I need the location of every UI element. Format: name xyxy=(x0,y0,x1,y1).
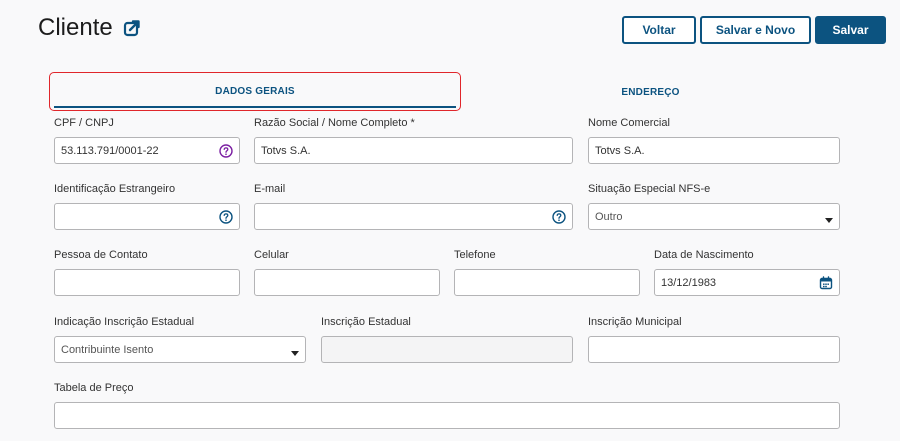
razao-social-value: Totvs S.A. xyxy=(261,144,311,157)
email-input[interactable] xyxy=(254,203,573,230)
situacao-nfse-label: Situação Especial NFS-e xyxy=(588,183,711,195)
voltar-button[interactable]: Voltar xyxy=(622,16,696,44)
salvar-e-novo-button[interactable]: Salvar e Novo xyxy=(700,16,811,44)
data-nascimento-input[interactable]: 13/12/1983 xyxy=(654,269,840,296)
cpf-cnpj-value: 53.113.791/0001-22 xyxy=(61,144,159,157)
indicacao-ie-label: Indicação Inscrição Estadual xyxy=(54,316,195,328)
tab-dados-gerais[interactable]: DADOS GERAIS xyxy=(54,76,456,108)
caret-down-icon xyxy=(291,347,299,356)
help-circle-icon[interactable] xyxy=(219,209,233,224)
razao-social-label: Razão Social / Nome Completo * xyxy=(254,117,415,129)
indicacao-ie-select[interactable]: Contribuinte Isento xyxy=(54,336,306,363)
data-nascimento-label: Data de Nascimento xyxy=(654,249,754,261)
external-link-icon[interactable] xyxy=(123,19,141,37)
pessoa-contato-input[interactable] xyxy=(54,269,240,296)
action-bar: Voltar Salvar e Novo Salvar xyxy=(622,16,886,44)
inscricao-municipal-input[interactable] xyxy=(588,336,840,363)
nome-comercial-label: Nome Comercial xyxy=(588,117,670,129)
help-circle-icon[interactable] xyxy=(552,209,566,224)
salvar-button[interactable]: Salvar xyxy=(815,16,886,44)
email-field: E-mail xyxy=(254,183,573,230)
celular-input[interactable] xyxy=(254,269,440,296)
data-nascimento-field: Data de Nascimento 13/12/1983 xyxy=(654,249,840,296)
celular-label: Celular xyxy=(254,249,289,261)
help-circle-icon[interactable] xyxy=(219,143,233,158)
tab-bar: DADOS GERAIS ENDEREÇO xyxy=(54,76,845,108)
inscricao-estadual-input[interactable] xyxy=(321,336,573,363)
tabela-preco-label: Tabela de Preço xyxy=(54,382,134,394)
id-estrangeiro-label: Identificação Estrangeiro xyxy=(54,183,176,195)
id-estrangeiro-input[interactable] xyxy=(54,203,240,230)
inscricao-municipal-field: Inscrição Municipal xyxy=(588,316,840,363)
situacao-nfse-value: Outro xyxy=(595,210,623,223)
cpf-cnpj-label: CPF / CNPJ xyxy=(54,117,114,129)
pessoa-contato-field: Pessoa de Contato xyxy=(54,249,240,296)
razao-social-field: Razão Social / Nome Completo * Totvs S.A… xyxy=(254,117,573,164)
nome-comercial-field: Nome Comercial Totvs S.A. xyxy=(588,117,840,164)
telefone-label: Telefone xyxy=(454,249,496,261)
razao-social-input[interactable]: Totvs S.A. xyxy=(254,137,573,164)
page-header: Cliente xyxy=(38,14,141,42)
email-label: E-mail xyxy=(254,183,286,195)
data-nascimento-value: 13/12/1983 xyxy=(661,276,717,289)
tab-endereco[interactable]: ENDEREÇO xyxy=(456,76,845,108)
telefone-input[interactable] xyxy=(454,269,640,296)
situacao-nfse-field: Situação Especial NFS-e Outro xyxy=(588,183,840,230)
nome-comercial-input[interactable]: Totvs S.A. xyxy=(588,137,840,164)
inscricao-estadual-label: Inscrição Estadual xyxy=(321,316,411,328)
cpf-cnpj-input[interactable]: 53.113.791/0001-22 xyxy=(54,137,240,164)
celular-field: Celular xyxy=(254,249,440,296)
page-title: Cliente xyxy=(38,14,113,41)
tabela-preco-field: Tabela de Preço xyxy=(54,382,840,429)
calendar-icon[interactable] xyxy=(819,275,833,290)
cpf-cnpj-field: CPF / CNPJ 53.113.791/0001-22 xyxy=(54,117,240,164)
inscricao-municipal-label: Inscrição Municipal xyxy=(588,316,682,328)
pessoa-contato-label: Pessoa de Contato xyxy=(54,249,148,261)
nome-comercial-value: Totvs S.A. xyxy=(595,144,645,157)
indicacao-ie-value: Contribuinte Isento xyxy=(61,343,154,356)
telefone-field: Telefone xyxy=(454,249,640,296)
caret-down-icon xyxy=(825,214,833,223)
id-estrangeiro-field: Identificação Estrangeiro xyxy=(54,183,240,230)
indicacao-ie-field: Indicação Inscrição Estadual Contribuint… xyxy=(54,316,306,363)
tabela-preco-input[interactable] xyxy=(54,402,840,429)
inscricao-estadual-field: Inscrição Estadual xyxy=(321,316,573,363)
situacao-nfse-select[interactable]: Outro xyxy=(588,203,840,230)
